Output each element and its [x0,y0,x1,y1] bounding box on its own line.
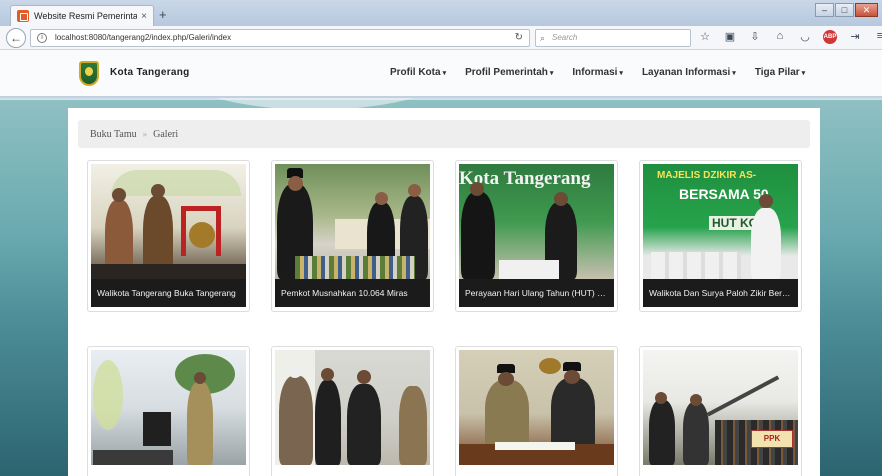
breadcrumb-link-buku-tamu[interactable]: Buku Tamu [90,129,137,140]
gallery-card[interactable] [87,346,250,476]
breadcrumb-current: Galeri [153,129,179,140]
gallery-caption[interactable]: Walikota Tangerang Buka Tangerang [91,279,246,307]
url-bar[interactable]: i localhost:8080/tangerang2/index.php/Ga… [30,29,530,47]
download-icon[interactable]: ⇩ [748,30,762,44]
city-logo-icon[interactable] [79,61,99,86]
gallery-photo[interactable] [91,350,246,465]
photo-banner-text: MAJELIS DZIKIR AS- [657,170,757,181]
search-placeholder: Search [552,33,578,42]
minimize-button[interactable]: – [815,3,834,17]
gallery-card[interactable] [455,346,618,476]
site-favicon-icon [17,10,29,22]
site-header: Kota Tangerang Profil Kota ▾ Profil Pemer… [0,50,882,98]
gallery-photo[interactable] [459,350,614,465]
photo-banner-text: BERSAMA 50 [679,186,769,202]
star-icon[interactable]: ☆ [698,30,712,44]
back-button[interactable]: ← [6,28,26,48]
nav-item-profil-kota[interactable]: Profil Kota ▾ [390,67,446,78]
forward-icon[interactable]: ⇥ [848,30,862,44]
gallery-card[interactable] [271,346,434,476]
gallery-photo[interactable]: PPK [643,350,798,465]
gallery-photo[interactable]: MAJELIS DZIKIR AS- BERSAMA 50 HUT KO [643,164,798,279]
search-input[interactable]: ⌕ Search [535,29,691,47]
tab-close-icon[interactable]: × [141,11,147,22]
pocket-icon[interactable]: ◡ [798,30,812,44]
breadcrumb-separator: » [142,129,148,139]
nav-item-tiga-pilar[interactable]: Tiga Pilar ▾ [755,67,805,78]
nav-item-profil-pemerintah[interactable]: Profil Pemerintah ▾ [465,67,553,78]
window-controls: – □ ✕ [815,3,878,17]
maximize-button[interactable]: □ [835,3,854,17]
browser-navbar: ← i localhost:8080/tangerang2/index.php/… [0,26,882,50]
search-icon: ⌕ [540,33,546,43]
new-tab-button[interactable]: + [159,7,167,22]
gallery-photo[interactable]: Kota Tangerang [459,164,614,279]
web-page: Kota Tangerang Profil Kota ▾ Profil Pemer… [0,50,882,476]
gallery-card[interactable]: Walikota Tangerang Buka Tangerang [87,160,250,312]
nav-item-informasi[interactable]: Informasi ▾ [572,67,623,78]
gallery-photo[interactable] [275,350,430,465]
close-window-button[interactable]: ✕ [855,3,878,17]
browser-tab[interactable]: Website Resmi Pemerintah K × [10,5,154,26]
site-name[interactable]: Kota Tangerang [110,67,190,78]
nav-item-layanan-informasi[interactable]: Layanan Informasi ▾ [642,67,736,78]
gallery-photo[interactable] [91,164,246,279]
gallery-caption[interactable]: Pemkot Musnahkan 10.064 Miras [275,279,430,307]
gallery-photo[interactable] [275,164,430,279]
toolbar-icons: ☆ ▣ ⇩ ⌂ ◡ ABP ⇥ ≡ [698,30,882,44]
gallery-card[interactable]: Pemkot Musnahkan 10.064 Miras [271,160,434,312]
site-info-icon[interactable]: i [37,33,47,43]
main-content: Buku Tamu » Galeri Walikota Tangerang Buka… [68,108,820,476]
home-icon[interactable]: ⌂ [773,30,787,44]
gallery-caption[interactable]: Perayaan Hari Ulang Tahun (HUT) Kota Tan… [459,279,614,307]
breadcrumb: Buku Tamu » Galeri [78,120,810,148]
photo-sign-text: PPK [751,430,793,448]
tab-title: Website Resmi Pemerintah K [34,11,138,21]
reload-icon[interactable]: ↻ [515,30,523,46]
gallery-caption[interactable]: Walikota Dan Surya Paloh Zikir Bersama [643,279,798,307]
browser-titlebar: Website Resmi Pemerintah K × + – □ ✕ [0,0,882,26]
url-text: localhost:8080/tangerang2/index.php/Gale… [55,33,232,42]
main-nav: Profil Kota ▾ Profil Pemerintah ▾ Informas… [390,67,805,78]
clipboard-icon[interactable]: ▣ [723,30,737,44]
gallery-card[interactable]: MAJELIS DZIKIR AS- BERSAMA 50 HUT KO Wal… [639,160,802,312]
gallery-card[interactable]: Kota Tangerang Perayaan Hari Ulang Tahun… [455,160,618,312]
ublock-icon[interactable]: ABP [823,30,837,44]
menu-icon[interactable]: ≡ [873,30,882,44]
gallery-card[interactable]: PPK [639,346,802,476]
